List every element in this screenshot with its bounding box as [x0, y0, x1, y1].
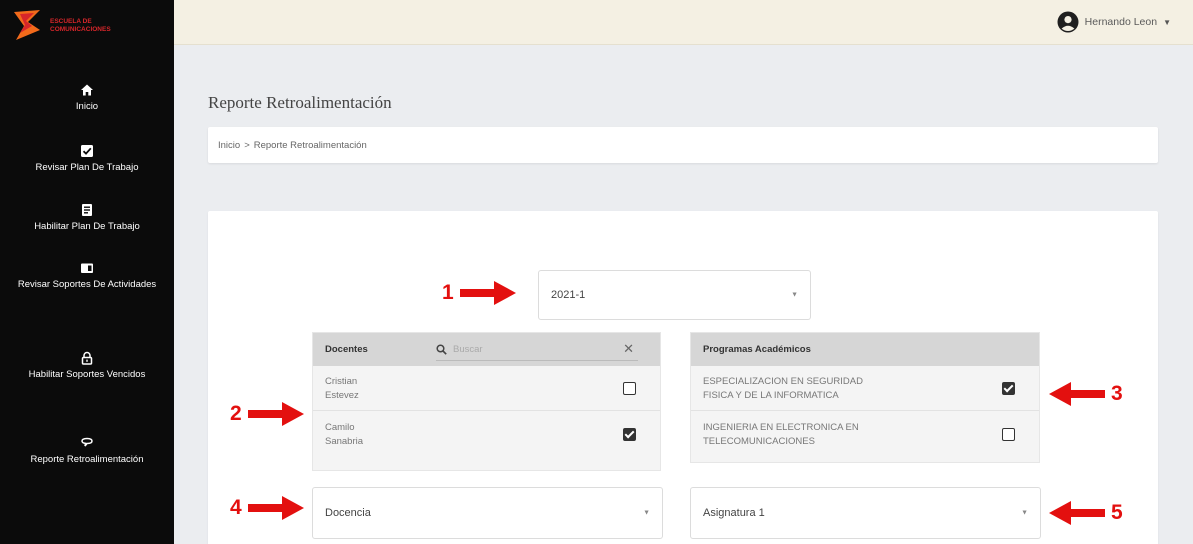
programa-name-line2: TELECOMUNICACIONES [703, 436, 815, 447]
sidebar-item-revisar-plan[interactable]: Revisar Plan De Trabajo [0, 144, 174, 175]
unlock-icon [81, 351, 93, 365]
period-select[interactable]: 2021-1 ▼ [538, 270, 811, 320]
page-title: Reporte Retroalimentación [208, 93, 392, 112]
programa-name-line2: FISICA Y DE LA INFORMATICA [703, 390, 839, 401]
annotation-marker-5: 5 [1049, 501, 1123, 525]
document-icon [82, 204, 92, 216]
programa-checkbox[interactable] [1002, 382, 1015, 395]
logo-text-line2: COMUNICACIONES [50, 26, 111, 33]
arrow-right-icon [459, 281, 516, 305]
annotation-marker-1: 1 [442, 281, 516, 305]
breadcrumb-current: Reporte Retroalimentación [253, 139, 367, 151]
annotation-number: 3 [1111, 382, 1123, 405]
programa-name: ESPECIALIZACION EN SEGURIDAD FISICA Y DE… [703, 375, 863, 403]
caret-down-icon: ▼ [1021, 509, 1028, 517]
docente-checkbox[interactable] [623, 428, 636, 441]
docente-name: Camilo Sanabria [325, 421, 363, 449]
sidebar-item-revisar-soportes[interactable]: Revisar Soportes De Actividades [0, 261, 174, 292]
programa-row: ESPECIALIZACION EN SEGURIDAD FISICA Y DE… [691, 366, 1039, 411]
search-icon [436, 344, 447, 355]
programa-name-line1: ESPECIALIZACION EN SEGURIDAD [703, 376, 863, 387]
period-select-value: 2021-1 [551, 289, 586, 301]
subject-select-value: Asignatura 1 [703, 507, 765, 519]
annotation-number: 4 [230, 496, 242, 519]
comment-icon [81, 437, 93, 447]
sidebar-item-habilitar-soportes[interactable]: Habilitar Soportes Vencidos [0, 351, 174, 382]
programa-name-line1: INGENIERIA EN ELECTRONICA EN [703, 422, 859, 433]
arrow-right-icon [247, 496, 304, 520]
check-square-icon [81, 145, 93, 157]
sidebar-item-reporte-retroalimentacion[interactable]: Reporte Retroalimentación [0, 436, 174, 467]
sidebar-item-label: Inicio [75, 101, 99, 112]
caret-down-icon: ▼ [643, 509, 650, 517]
activity-type-select-value: Docencia [325, 507, 371, 519]
home-icon [81, 84, 93, 96]
breadcrumb: Inicio > Reporte Retroalimentación [208, 127, 1158, 163]
docente-row: Cristian Estevez [313, 366, 660, 411]
folder-icon [81, 263, 93, 273]
programa-checkbox[interactable] [1002, 428, 1015, 441]
docente-first-name: Cristian [325, 376, 358, 387]
sidebar-item-inicio[interactable]: Inicio [0, 83, 174, 114]
brand-logo[interactable]: ESCUELA DE COMUNICACIONES [10, 8, 138, 42]
sidebar-item-label: Habilitar Soportes Vencidos [28, 369, 146, 380]
annotation-marker-3: 3 [1049, 382, 1123, 406]
programas-panel: Programas Académicos ESPECIALIZACION EN … [690, 332, 1040, 463]
docente-first-name: Camilo [325, 422, 355, 433]
sidebar-item-label: Habilitar Plan De Trabajo [34, 221, 140, 232]
docente-last-name: Sanabria [325, 436, 364, 447]
breadcrumb-home-link[interactable]: Inicio [218, 140, 240, 151]
user-circle-icon [1057, 11, 1079, 33]
annotation-marker-4: 4 [230, 496, 304, 520]
top-bar: Hernando Leon ▼ [174, 0, 1193, 45]
subject-select[interactable]: Asignatura 1 ▼ [690, 487, 1041, 539]
docente-last-name: Estevez [325, 390, 359, 401]
docentes-search-input[interactable] [453, 344, 603, 355]
user-menu[interactable]: Hernando Leon ▼ [1057, 11, 1171, 33]
breadcrumb-separator: > [244, 139, 250, 151]
docentes-search: ✕ [436, 339, 638, 361]
annotation-marker-2: 2 [230, 402, 304, 426]
arrow-left-icon [1049, 501, 1105, 525]
programas-header-label: Programas Académicos [703, 344, 811, 355]
docente-checkbox[interactable] [623, 382, 636, 395]
docentes-header-label: Docentes [325, 344, 368, 355]
caret-down-icon: ▼ [791, 291, 798, 299]
docente-name: Cristian Estevez [325, 375, 359, 403]
sidebar-item-label: Reporte Retroalimentación [30, 454, 144, 465]
clear-search-icon[interactable]: ✕ [623, 342, 634, 356]
annotation-number: 1 [442, 281, 454, 304]
user-name: Hernando Leon [1084, 16, 1158, 28]
annotation-number: 2 [230, 402, 242, 425]
activity-type-select[interactable]: Docencia ▼ [312, 487, 663, 539]
sidebar: ESCUELA DE COMUNICACIONES Inicio Revisar… [0, 0, 174, 544]
programas-header: Programas Académicos [691, 333, 1039, 366]
docente-row: Camilo Sanabria [313, 412, 660, 457]
sidebar-item-habilitar-plan[interactable]: Habilitar Plan De Trabajo [0, 203, 174, 234]
annotation-number: 5 [1111, 501, 1123, 524]
logo-text-line1: ESCUELA DE [50, 18, 92, 25]
docentes-panel: Docentes ✕ Cristian Estevez Camilo Sanab… [312, 332, 661, 471]
arrow-right-icon [247, 402, 304, 426]
programa-row: INGENIERIA EN ELECTRONICA EN TELECOMUNIC… [691, 412, 1039, 457]
arrow-left-icon [1049, 382, 1105, 406]
sidebar-item-label: Revisar Soportes De Actividades [17, 279, 157, 290]
sidebar-item-label: Revisar Plan De Trabajo [35, 162, 139, 173]
chevron-down-icon: ▼ [1163, 17, 1171, 27]
programa-name: INGENIERIA EN ELECTRONICA EN TELECOMUNIC… [703, 421, 859, 449]
